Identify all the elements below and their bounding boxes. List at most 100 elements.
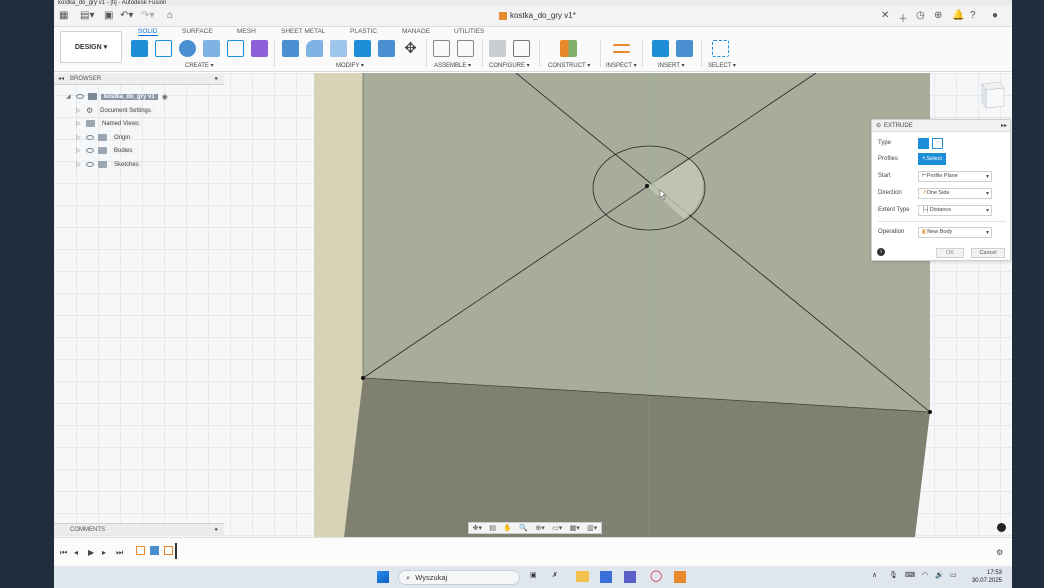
eye-icon[interactable] <box>86 148 94 153</box>
collapse-icon[interactable]: ◂◂ <box>58 75 64 82</box>
caret-right-icon[interactable]: ▷ <box>76 147 82 154</box>
go-to-end-icon[interactable]: ⏭ <box>116 548 123 558</box>
browser-item-origin[interactable]: ▷ Origin <box>76 132 134 143</box>
fusion-app-icon[interactable]: ✗ <box>552 571 558 579</box>
caret-right-icon[interactable]: ▷ <box>76 134 82 141</box>
timeline-sketch-icon[interactable] <box>164 546 173 555</box>
extrude-icon[interactable] <box>179 40 196 57</box>
browser-item-sketches[interactable]: ▷ Sketches <box>76 159 142 170</box>
ok-button[interactable]: OK <box>936 248 964 258</box>
sketch-point[interactable] <box>645 184 649 188</box>
notifications-icon[interactable]: 🔔 <box>952 10 964 21</box>
revolve-icon[interactable] <box>203 40 220 57</box>
combine-icon[interactable] <box>354 40 371 57</box>
volume-icon[interactable]: 🔊 <box>935 571 944 579</box>
tab-sheet-metal[interactable]: SHEET METAL <box>281 28 326 35</box>
jobs-icon[interactable]: ◷ <box>916 10 925 21</box>
chat-icon[interactable] <box>997 523 1006 532</box>
type-thin-icon[interactable] <box>932 137 943 149</box>
user-avatar-icon[interactable]: ● <box>992 10 998 21</box>
sketch-point[interactable] <box>928 410 932 414</box>
go-to-start-icon[interactable]: ⏮ <box>60 548 67 558</box>
comments-panel[interactable]: COMMENTS ● <box>54 523 224 535</box>
grid-settings-icon[interactable]: ▦▾ <box>570 524 580 532</box>
profiles-select-button[interactable]: ↖ Select <box>918 153 946 165</box>
replace-face-icon[interactable] <box>378 40 395 57</box>
joint-icon[interactable] <box>433 40 450 57</box>
browser-item-document-settings[interactable]: ▷ ⚙ Document Settings <box>76 105 154 116</box>
configure-group-label[interactable]: CONFIGURE ▾ <box>489 62 530 69</box>
display-settings-icon[interactable]: ▭▾ <box>552 524 562 532</box>
eye-icon[interactable] <box>86 162 94 167</box>
redo-icon[interactable]: ↷▾ <box>141 10 154 21</box>
construct-group-label[interactable]: CONSTRUCT ▾ <box>548 62 590 69</box>
sweep-icon[interactable] <box>227 40 244 57</box>
tab-mesh[interactable]: MESH <box>237 28 256 35</box>
tab-solid[interactable]: SOLID <box>138 28 158 36</box>
insert-derive-icon[interactable] <box>652 40 669 57</box>
tab-manage[interactable]: MANAGE <box>402 28 430 35</box>
info-icon[interactable]: i <box>877 248 885 256</box>
look-at-icon[interactable]: ▤ <box>489 524 496 532</box>
store-icon[interactable] <box>600 571 612 583</box>
create-group-label[interactable]: CREATE ▾ <box>185 62 214 69</box>
zoom-window-icon[interactable]: ⊕▾ <box>535 524 544 532</box>
close-tab-icon[interactable]: ✕ <box>881 10 889 21</box>
teams-icon[interactable] <box>624 571 636 583</box>
modify-group-label[interactable]: MODIFY ▾ <box>336 62 364 69</box>
viewports-icon[interactable]: ▥▾ <box>587 524 597 532</box>
caret-right-icon[interactable]: ▷ <box>76 120 82 127</box>
task-view-icon[interactable]: ▣ <box>530 571 537 579</box>
comments-pin-icon[interactable]: ● <box>214 527 218 533</box>
viewcube-icon[interactable] <box>978 78 1006 110</box>
shell-icon[interactable] <box>330 40 347 57</box>
pan-icon[interactable]: ✋ <box>503 524 512 532</box>
save-icon[interactable]: ▣ <box>104 10 113 21</box>
create-sketch-icon[interactable] <box>155 40 172 57</box>
collapse-dialog-icon[interactable]: ⊖ <box>876 122 881 129</box>
extent-type-dropdown[interactable]: ├┤ Distance <box>918 204 992 216</box>
eye-icon[interactable] <box>86 135 94 140</box>
timeline-extrude-icon[interactable] <box>150 546 159 555</box>
start-dropdown[interactable]: ⊢ Profile Plane <box>918 170 992 182</box>
timeline-settings-icon[interactable]: ⚙ <box>996 548 1003 557</box>
undo-icon[interactable]: ↶▾ <box>120 10 133 21</box>
activate-radio-icon[interactable]: ◉ <box>162 93 168 101</box>
insert-group-label[interactable]: INSERT ▾ <box>658 62 684 69</box>
opera-icon[interactable]: ◯ <box>650 569 662 582</box>
wifi-icon[interactable]: ◠ <box>922 571 928 579</box>
top-face[interactable] <box>363 73 930 412</box>
assemble-group-label[interactable]: ASSEMBLE ▾ <box>434 62 471 69</box>
eye-icon[interactable] <box>76 94 84 99</box>
timeline-marker[interactable] <box>175 543 177 559</box>
extensions-icon[interactable]: ⊕ <box>934 10 942 21</box>
tab-surface[interactable]: SURFACE <box>182 28 213 35</box>
timeline-sketch-icon[interactable] <box>136 546 145 555</box>
fusion-taskbar-icon[interactable] <box>674 571 686 583</box>
orbit-icon[interactable]: ✥▾ <box>473 524 482 532</box>
configure-icon[interactable] <box>489 40 506 57</box>
tab-utilities[interactable]: UTILITIES <box>454 28 484 35</box>
operation-dropdown[interactable]: ◧ New Body <box>918 226 992 238</box>
type-solid-icon[interactable] <box>918 137 929 149</box>
taskbar-search[interactable]: ⌕ Wyszukaj <box>398 570 520 585</box>
workspace-switcher-button[interactable]: DESIGN ▾ <box>60 31 122 63</box>
keyboard-icon[interactable]: ⌨ <box>905 571 915 579</box>
expand-dialog-icon[interactable]: ▸▸ <box>1001 122 1007 129</box>
microphone-icon[interactable]: 🎙 <box>889 571 898 579</box>
direction-dropdown[interactable]: ↗ One Side <box>918 187 992 199</box>
file-explorer-icon[interactable] <box>576 571 589 582</box>
browser-item-bodies[interactable]: ▷ Bodies <box>76 145 136 156</box>
fillet-icon[interactable] <box>306 40 323 57</box>
tray-expand-icon[interactable]: ∧ <box>872 571 877 579</box>
select-icon[interactable] <box>712 40 729 57</box>
step-back-icon[interactable]: ◂ <box>74 548 78 557</box>
pin-icon[interactable]: ● <box>214 76 218 82</box>
caret-right-icon[interactable]: ▷ <box>76 161 82 168</box>
file-menu-icon[interactable]: ▤▾ <box>80 10 94 21</box>
caret-down-icon[interactable]: ◢ <box>66 93 72 100</box>
windows-start-icon[interactable] <box>377 571 389 583</box>
select-group-label[interactable]: SELECT ▾ <box>708 62 736 69</box>
new-component-icon[interactable] <box>131 40 148 57</box>
browser-item-named-views[interactable]: ▷ Named Views <box>76 118 142 129</box>
